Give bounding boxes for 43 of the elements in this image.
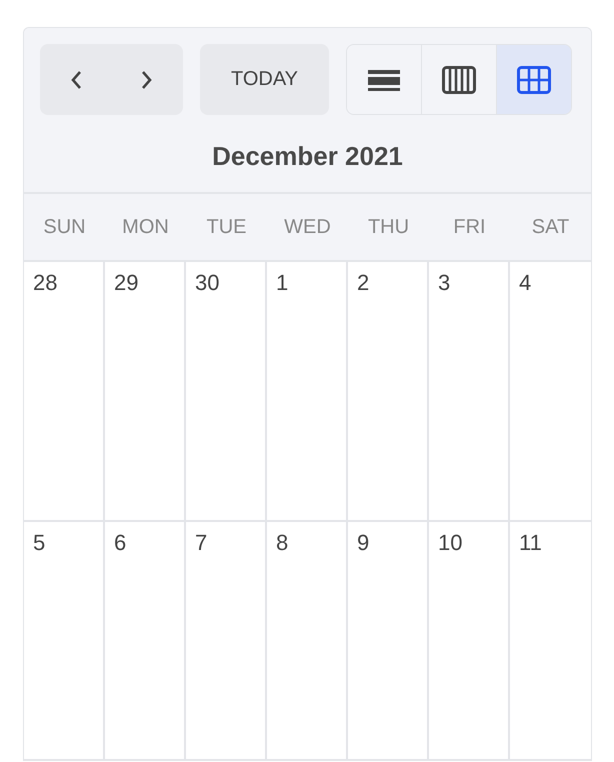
view-button[interactable]	[496, 45, 571, 114]
day-cell[interactable]: 6	[105, 522, 186, 761]
day-number: 28	[33, 270, 58, 295]
day-number: 1	[276, 270, 288, 295]
day-number: 4	[519, 270, 532, 295]
day-cell[interactable]: 4	[510, 262, 591, 522]
day-cell[interactable]: 30	[186, 262, 267, 522]
day-cell[interactable]: 5	[24, 522, 105, 761]
day-cell[interactable]: 8	[267, 522, 348, 761]
day-number: 3	[438, 270, 450, 295]
chevron-left-icon	[70, 70, 82, 90]
weekday-header: FRI	[429, 194, 510, 262]
day-number: 5	[33, 530, 46, 555]
day-cell[interactable]: 9	[348, 522, 429, 761]
day-number: 29	[114, 270, 138, 295]
day-cell[interactable]: 29	[105, 262, 186, 522]
weekday-header: SUN	[24, 194, 105, 262]
day-cell[interactable]: 3	[429, 262, 510, 522]
list-icon	[368, 68, 400, 92]
day-cell[interactable]: 1	[267, 262, 348, 522]
day-number: 30	[195, 270, 220, 295]
today-button[interactable]: TODAY	[200, 44, 329, 115]
day-number: 2	[357, 270, 370, 295]
grid-icon	[517, 66, 551, 94]
month-title: December 2021	[211, 140, 404, 173]
day-number: 11	[519, 530, 542, 555]
weekday-header: SAT	[510, 194, 591, 262]
columns-icon	[442, 66, 476, 94]
day-number: 7	[195, 530, 208, 555]
chevron-right-icon	[141, 70, 154, 90]
day-number: 8	[276, 530, 288, 555]
weekday-header: MON	[105, 194, 186, 262]
day-cell[interactable]: 10	[429, 522, 510, 761]
day-cell[interactable]: 2	[348, 262, 429, 522]
weekday-header: TUE	[186, 194, 267, 262]
day-number: 10	[438, 530, 462, 555]
day-cell[interactable]: 7	[186, 522, 267, 761]
weekday-header: THU	[348, 194, 429, 262]
day-cell[interactable]: 28	[24, 262, 105, 522]
day-number: 9	[357, 530, 370, 555]
weekday-header: WED	[267, 194, 348, 262]
day-number: 6	[114, 530, 126, 555]
day-cell[interactable]: 11	[510, 522, 591, 761]
